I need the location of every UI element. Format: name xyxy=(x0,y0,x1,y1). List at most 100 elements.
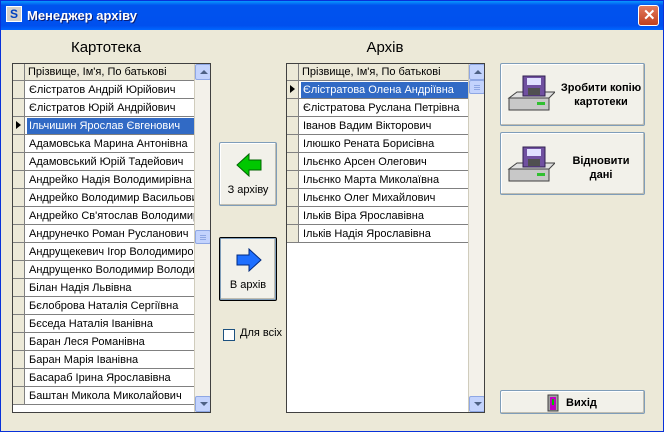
row-name-cell[interactable]: Андрейко Св'ятослав Володимирович xyxy=(27,208,194,224)
row-name-cell[interactable]: Андрейко Володимир Васильович xyxy=(27,190,194,206)
row-indicator[interactable] xyxy=(13,225,25,242)
card-index-header[interactable]: Прізвище, Ім'я, По батькові xyxy=(13,64,195,81)
for-all-checkbox[interactable] xyxy=(223,329,235,341)
table-row[interactable]: Басараб Ірина Ярославівна xyxy=(13,369,195,387)
table-row[interactable]: Адамовський Юрій Тадейович xyxy=(13,153,195,171)
row-name-cell[interactable]: Єлістратова Олена Андріївна xyxy=(301,82,468,98)
row-indicator[interactable] xyxy=(13,207,25,224)
scroll-up-button[interactable] xyxy=(195,64,210,80)
row-indicator[interactable] xyxy=(287,171,299,188)
table-row[interactable]: Баран Леся Романівна xyxy=(13,333,195,351)
scroll-up-button[interactable] xyxy=(469,64,484,80)
table-row[interactable]: Бєседа Наталія Іванівна xyxy=(13,315,195,333)
exit-button[interactable]: Вихід xyxy=(500,390,645,414)
scroll-down-button[interactable] xyxy=(195,396,210,412)
row-name-cell[interactable]: Ільєнко Арсен Олегович xyxy=(301,154,468,170)
table-row[interactable]: Єлістратова Олена Андріївна xyxy=(287,81,469,99)
backup-button[interactable]: Зробити копію картотеки xyxy=(500,63,645,126)
row-name-cell[interactable]: Андрейко Надія Володимирівна xyxy=(27,172,194,188)
table-row[interactable]: Ільків Віра Ярославівна xyxy=(287,207,469,225)
table-row[interactable]: Андрунечко Роман Русланович xyxy=(13,225,195,243)
row-name-cell[interactable]: Ільчишин Ярослав Євгенович xyxy=(27,118,194,134)
row-name-cell[interactable]: Бєлоброва Наталія Сергіївна xyxy=(27,298,194,314)
archive-header[interactable]: Прізвище, Ім'я, По батькові xyxy=(287,64,469,81)
table-row[interactable]: Ільєнко Марта Миколаївна xyxy=(287,171,469,189)
row-indicator[interactable] xyxy=(13,261,25,278)
table-row[interactable]: Андрейко Надія Володимирівна xyxy=(13,171,195,189)
title-bar[interactable]: S Менеджер архіву ✕ xyxy=(1,1,663,30)
table-row[interactable]: Білан Надія Львівна xyxy=(13,279,195,297)
table-row[interactable]: Ільків Надія Ярославівна xyxy=(287,225,469,243)
table-row[interactable]: Іванов Вадим Вікторович xyxy=(287,117,469,135)
table-row[interactable]: Єлістратов Юрій Андрійович xyxy=(13,99,195,117)
table-row[interactable]: Баштан Микола Миколайович xyxy=(13,387,195,405)
row-name-cell[interactable]: Басараб Ірина Ярославівна xyxy=(27,370,194,386)
table-row[interactable]: Єлістратова Руслана Петрівна xyxy=(287,99,469,117)
row-name-cell[interactable]: Іванов Вадим Вікторович xyxy=(301,118,468,134)
row-name-cell[interactable]: Ілюшко Рената Борисівна xyxy=(301,136,468,152)
row-indicator[interactable] xyxy=(13,189,25,206)
table-row[interactable]: Андрущекевич Ігор Володимирович xyxy=(13,243,195,261)
table-row[interactable]: Андрущенко Володимир Володимирович xyxy=(13,261,195,279)
row-name-cell[interactable]: Андрущекевич Ігор Володимирович xyxy=(27,244,194,260)
row-indicator[interactable] xyxy=(13,369,25,386)
row-indicator[interactable] xyxy=(13,297,25,314)
row-indicator[interactable] xyxy=(287,153,299,170)
row-indicator[interactable] xyxy=(13,135,25,152)
archive-grid[interactable]: Прізвище, Ім'я, По батькові Єлістратова … xyxy=(286,63,485,413)
table-row[interactable]: Ільєнко Арсен Олегович xyxy=(287,153,469,171)
row-indicator[interactable] xyxy=(13,153,25,170)
row-name-cell[interactable]: Ільків Надія Ярославівна xyxy=(301,226,468,242)
row-indicator[interactable] xyxy=(13,387,25,404)
row-indicator[interactable] xyxy=(13,171,25,188)
row-name-cell[interactable]: Адамовський Юрій Тадейович xyxy=(27,154,194,170)
table-row[interactable]: Єлістратов Андрій Юрійович xyxy=(13,81,195,99)
table-row[interactable]: Ільєнко Олег Михайлович xyxy=(287,189,469,207)
row-indicator[interactable] xyxy=(13,243,25,260)
row-indicator[interactable] xyxy=(13,117,25,134)
card-index-scrollbar[interactable] xyxy=(194,64,210,412)
restore-button[interactable]: Відновити дані xyxy=(500,132,645,195)
row-indicator[interactable] xyxy=(287,117,299,134)
card-index-grid[interactable]: Прізвище, Ім'я, По батькові Єлістратов А… xyxy=(12,63,211,413)
row-indicator[interactable] xyxy=(287,99,299,116)
row-indicator[interactable] xyxy=(287,81,299,98)
row-name-cell[interactable]: Бєседа Наталія Іванівна xyxy=(27,316,194,332)
row-name-cell[interactable]: Єлістратова Руслана Петрівна xyxy=(301,100,468,116)
row-indicator[interactable] xyxy=(287,135,299,152)
row-name-cell[interactable]: Баран Леся Романівна xyxy=(27,334,194,350)
row-indicator[interactable] xyxy=(287,225,299,242)
scroll-thumb[interactable] xyxy=(469,80,484,94)
row-name-cell[interactable]: Адамовська Марина Антонівна xyxy=(27,136,194,152)
row-indicator[interactable] xyxy=(13,333,25,350)
table-row[interactable]: Андрейко Володимир Васильович xyxy=(13,189,195,207)
table-row[interactable]: Андрейко Св'ятослав Володимирович xyxy=(13,207,195,225)
row-name-cell[interactable]: Єлістратов Андрій Юрійович xyxy=(27,82,194,98)
row-name-cell[interactable]: Ільків Віра Ярославівна xyxy=(301,208,468,224)
table-row[interactable]: Бєлоброва Наталія Сергіївна xyxy=(13,297,195,315)
table-row[interactable]: Ілюшко Рената Борисівна xyxy=(287,135,469,153)
row-name-cell[interactable]: Ільєнко Олег Михайлович xyxy=(301,190,468,206)
table-row[interactable]: Адамовська Марина Антонівна xyxy=(13,135,195,153)
to-archive-button[interactable]: В архів xyxy=(219,237,277,301)
row-indicator[interactable] xyxy=(287,207,299,224)
row-indicator[interactable] xyxy=(13,315,25,332)
row-indicator[interactable] xyxy=(13,81,25,98)
row-name-cell[interactable]: Баштан Микола Миколайович xyxy=(27,388,194,404)
archive-scrollbar[interactable] xyxy=(468,64,484,412)
row-indicator[interactable] xyxy=(287,189,299,206)
row-indicator[interactable] xyxy=(13,279,25,296)
row-name-cell[interactable]: Андрущенко Володимир Володимирович xyxy=(27,262,194,278)
row-name-cell[interactable]: Ільєнко Марта Миколаївна xyxy=(301,172,468,188)
scroll-thumb[interactable] xyxy=(195,230,210,244)
close-button[interactable]: ✕ xyxy=(638,5,659,26)
row-indicator[interactable] xyxy=(13,99,25,116)
row-name-cell[interactable]: Андрунечко Роман Русланович xyxy=(27,226,194,242)
row-name-cell[interactable]: Баран Марія Іванівна xyxy=(27,352,194,368)
row-indicator[interactable] xyxy=(13,351,25,368)
for-all-label[interactable]: Для всіх xyxy=(240,327,282,339)
table-row[interactable]: Ільчишин Ярослав Євгенович xyxy=(13,117,195,135)
row-name-cell[interactable]: Єлістратов Юрій Андрійович xyxy=(27,100,194,116)
row-name-cell[interactable]: Білан Надія Львівна xyxy=(27,280,194,296)
from-archive-button[interactable]: З архіву xyxy=(219,142,277,206)
